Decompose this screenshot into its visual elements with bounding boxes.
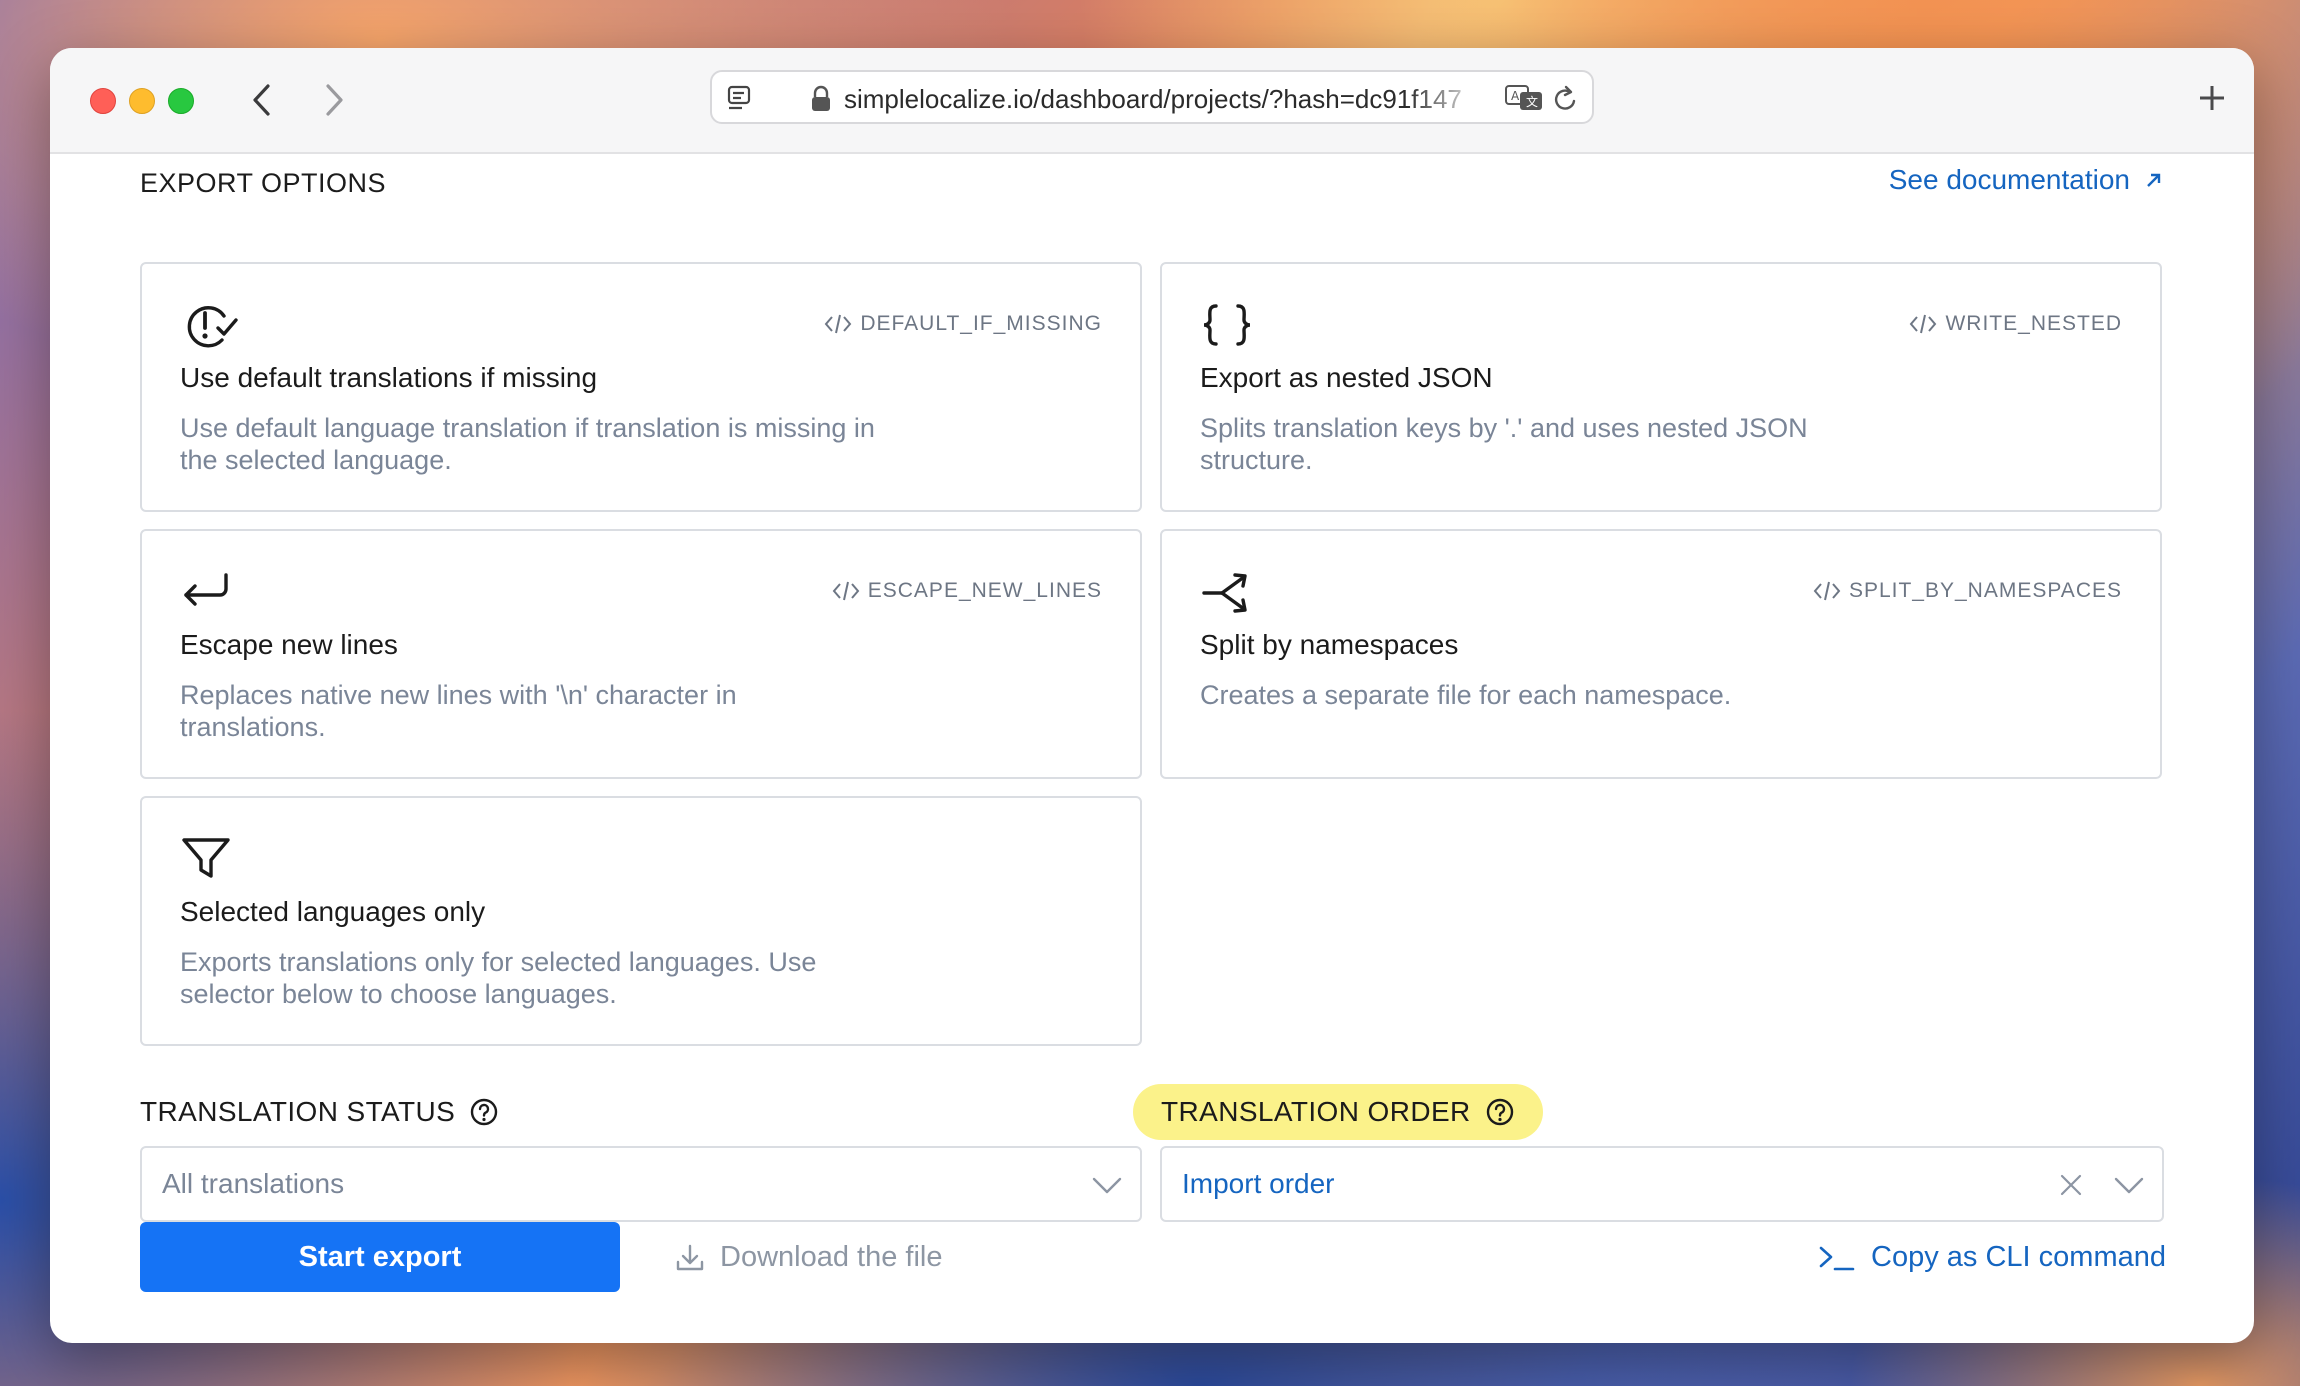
option-description: Replaces native new lines with '\n' char… <box>180 680 737 742</box>
translation-order-value: Import order <box>1182 1168 1335 1199</box>
option-code: ESCAPE_NEW_LINES <box>832 579 1102 603</box>
copy-cli-command-button[interactable]: Copy as CLI command <box>1817 1241 2166 1274</box>
download-icon <box>676 1244 704 1270</box>
new-tab-button[interactable] <box>2192 78 2232 123</box>
help-icon[interactable] <box>1485 1097 1515 1127</box>
svg-text:文: 文 <box>1526 94 1538 109</box>
option-description: Creates a separate file for each namespa… <box>1200 680 1732 710</box>
svg-text:A: A <box>1511 89 1520 103</box>
chevron-down-icon <box>2112 1170 2146 1205</box>
address-bar[interactable]: simplelocalize.io/dashboard/projects/?ha… <box>710 70 1594 124</box>
option-code-text: SPLIT_BY_NAMESPACES <box>1848 579 2122 602</box>
translation-status-label: TRANSLATION STATUS <box>140 1096 499 1128</box>
minimize-window-button[interactable] <box>129 88 155 114</box>
option-title: Selected languages only <box>180 896 486 927</box>
option-title: Escape new lines <box>180 629 398 660</box>
help-icon[interactable] <box>469 1097 499 1127</box>
option-description: Use default language translation if tran… <box>180 413 875 475</box>
option-code-text: WRITE_NESTED <box>1945 312 2122 335</box>
download-file-label: Download the file <box>720 1241 943 1273</box>
option-card-escape-new-lines[interactable]: ESCAPE_NEW_LINES Escape new lines Replac… <box>140 529 1142 779</box>
browser-window: simplelocalize.io/dashboard/projects/?ha… <box>50 48 2254 1343</box>
option-description: Exports translations only for selected l… <box>180 947 817 1009</box>
see-documentation-link[interactable]: See documentation <box>1889 164 2164 196</box>
option-card-default-if-missing[interactable]: DEFAULT_IF_MISSING Use default translati… <box>140 262 1142 512</box>
zoom-window-button[interactable] <box>168 88 194 114</box>
option-title: Export as nested JSON <box>1200 362 1493 393</box>
chevron-right-icon <box>326 84 343 116</box>
page-content: EXPORT OPTIONS See documentation DEFAULT… <box>50 154 2254 1343</box>
code-icon <box>832 581 860 601</box>
translate-icon[interactable]: A文 <box>1504 83 1544 118</box>
url-text: simplelocalize.io/dashboard/projects/?ha… <box>844 84 1462 114</box>
return-arrow-icon <box>180 567 240 622</box>
split-arrow-icon <box>1200 567 1260 622</box>
option-title: Split by namespaces <box>1200 629 1459 660</box>
code-icon <box>1910 314 1937 334</box>
export-options-title: EXPORT OPTIONS <box>140 168 387 198</box>
translation-status-select[interactable]: All translations <box>140 1146 1142 1222</box>
forward-button[interactable] <box>312 78 356 122</box>
download-file-button[interactable]: Download the file <box>674 1241 942 1274</box>
option-title: Use default translations if missing <box>180 362 598 393</box>
chevron-down-icon <box>1090 1170 1124 1205</box>
clear-icon[interactable] <box>2056 1170 2086 1205</box>
code-icon <box>1813 581 1841 601</box>
translation-order-select[interactable]: Import order <box>1160 1146 2164 1222</box>
reload-icon[interactable] <box>1552 84 1580 119</box>
see-documentation-label: See documentation <box>1888 164 2130 195</box>
terminal-icon <box>1819 1246 1855 1270</box>
option-code-text: DEFAULT_IF_MISSING <box>860 312 1102 335</box>
option-card-write-nested[interactable]: WRITE_NESTED Export as nested JSON Split… <box>1160 262 2162 512</box>
reader-mode-icon[interactable] <box>726 84 754 117</box>
back-button[interactable] <box>240 78 284 122</box>
translation-status-label-text: TRANSLATION STATUS <box>140 1096 456 1127</box>
braces-icon <box>1200 300 1260 355</box>
translation-order-label: TRANSLATION ORDER <box>1133 1084 1543 1140</box>
lock-icon <box>810 85 832 118</box>
option-code: DEFAULT_IF_MISSING <box>824 312 1102 336</box>
copy-cli-command-label: Copy as CLI command <box>1871 1241 2166 1273</box>
start-export-button[interactable]: Start export <box>140 1222 620 1292</box>
option-code-text: ESCAPE_NEW_LINES <box>867 579 1102 602</box>
option-card-selected-languages[interactable]: Selected languages only Exports translat… <box>140 796 1142 1046</box>
filter-icon <box>180 834 240 889</box>
option-code: WRITE_NESTED <box>1909 312 2122 336</box>
close-window-button[interactable] <box>90 88 116 114</box>
external-link-arrow-icon <box>2147 173 2161 187</box>
translation-order-label-text: TRANSLATION ORDER <box>1161 1096 1471 1127</box>
option-description: Splits translation keys by '.' and uses … <box>1200 413 1808 475</box>
chevron-left-icon <box>253 84 270 116</box>
code-icon <box>825 314 852 334</box>
browser-toolbar: simplelocalize.io/dashboard/projects/?ha… <box>50 48 2254 154</box>
alert-check-icon <box>180 300 240 355</box>
translation-status-value: All translations <box>162 1168 345 1199</box>
option-card-split-by-namespaces[interactable]: SPLIT_BY_NAMESPACES Split by namespaces … <box>1160 529 2162 779</box>
plus-icon <box>2200 86 2224 110</box>
option-code: SPLIT_BY_NAMESPACES <box>1813 579 2122 603</box>
